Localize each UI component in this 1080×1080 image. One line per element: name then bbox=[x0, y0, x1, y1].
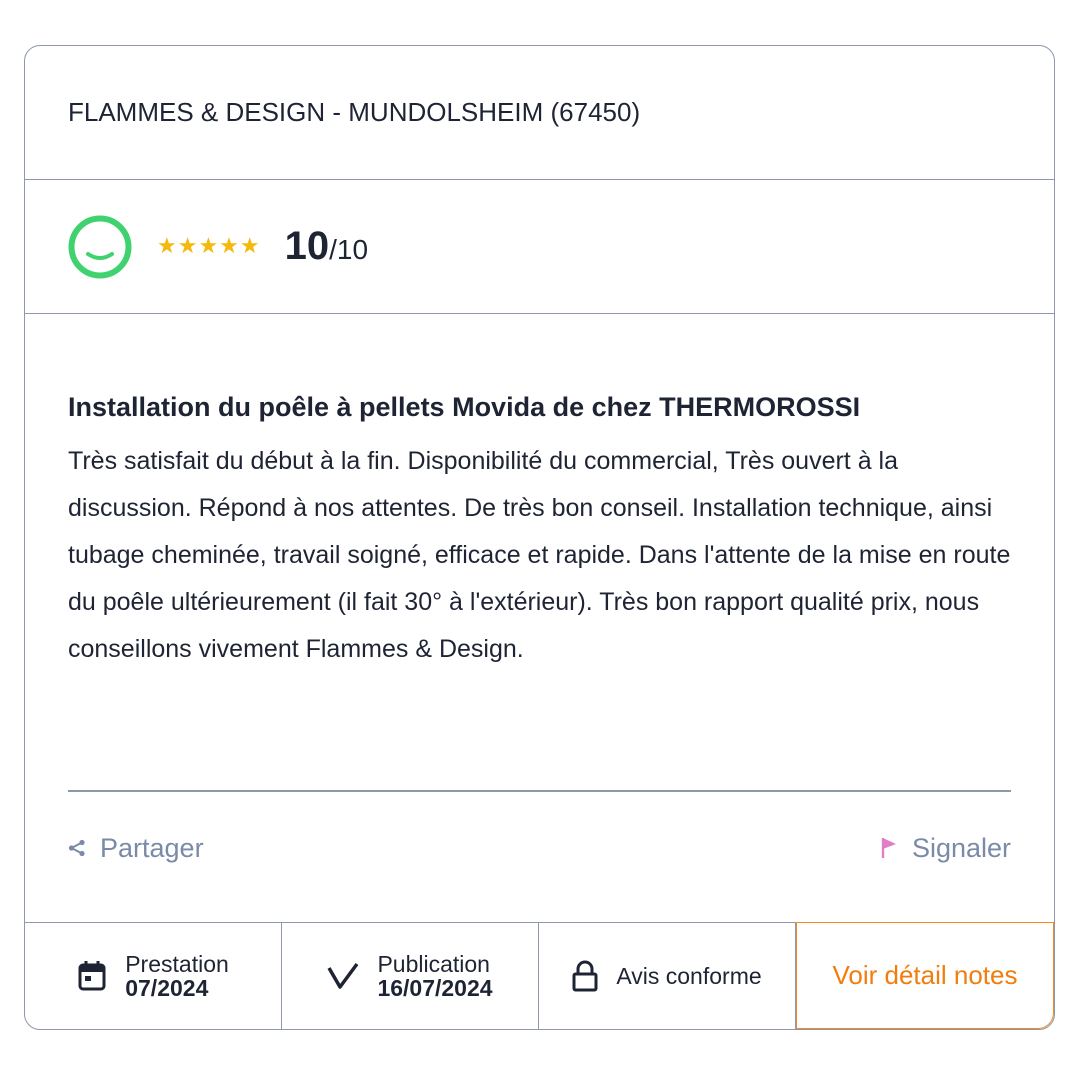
prestation-info: Prestation 07/2024 bbox=[25, 923, 282, 1029]
checkmark-icon bbox=[327, 962, 359, 990]
publication-value: 16/07/2024 bbox=[377, 975, 493, 1001]
star-rating: ★★★★★ bbox=[157, 234, 261, 259]
review-text: Très satisfait du début à la fin. Dispon… bbox=[68, 447, 1011, 663]
company-name: FLAMMES & DESIGN - MUNDOLSHEIM (67450) bbox=[68, 97, 641, 127]
happy-face-icon bbox=[67, 214, 133, 280]
review-body: Installation du poêle à pellets Movida d… bbox=[25, 314, 1054, 673]
share-icon bbox=[68, 839, 86, 857]
prestation-label: Prestation bbox=[125, 951, 229, 977]
view-rating-details-button[interactable]: Voir détail notes bbox=[796, 921, 1054, 1029]
conform-label: Avis conforme bbox=[616, 962, 762, 989]
prestation-value: 07/2024 bbox=[125, 975, 209, 1001]
review-title: Installation du poêle à pellets Movida d… bbox=[68, 392, 861, 422]
rating-row: ★★★★★ 10 /10 bbox=[25, 180, 1054, 314]
publication-info: Publication 16/07/2024 bbox=[282, 923, 539, 1029]
divider bbox=[68, 790, 1011, 792]
score-max: /10 bbox=[329, 234, 369, 265]
report-label: Signaler bbox=[911, 832, 1011, 863]
score: 10 /10 bbox=[285, 224, 368, 269]
publication-label: Publication bbox=[377, 951, 490, 977]
share-label: Partager bbox=[100, 832, 204, 863]
company-header: FLAMMES & DESIGN - MUNDOLSHEIM (67450) bbox=[25, 46, 1054, 180]
review-card: FLAMMES & DESIGN - MUNDOLSHEIM (67450) ★… bbox=[24, 45, 1055, 1030]
conform-info: Avis conforme bbox=[539, 923, 796, 1029]
report-button[interactable]: Signaler bbox=[880, 833, 1011, 864]
score-value: 10 bbox=[284, 224, 330, 268]
lock-icon bbox=[572, 960, 598, 992]
review-actions: Partager Signaler bbox=[68, 826, 1011, 870]
calendar-icon bbox=[77, 960, 107, 992]
review-footer: Prestation 07/2024 Publication 16/07/202… bbox=[25, 921, 1054, 1029]
flag-icon bbox=[880, 836, 898, 860]
share-button[interactable]: Partager bbox=[68, 833, 204, 864]
